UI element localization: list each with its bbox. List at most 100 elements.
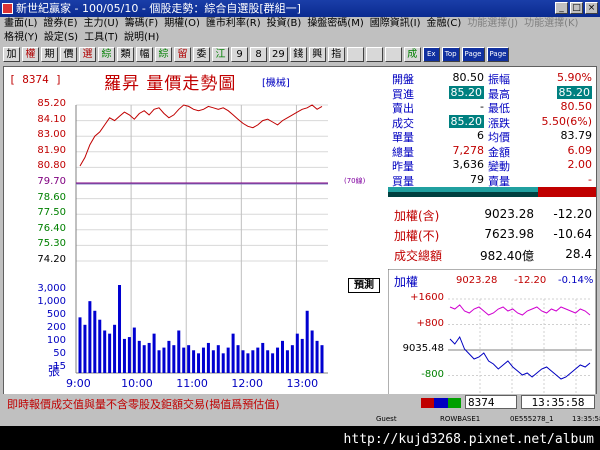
toolbar-button-8[interactable]: 綜 <box>155 46 172 62</box>
toolbar-button-12[interactable]: 9 <box>231 46 248 62</box>
bid-ask-bar <box>388 187 596 197</box>
quote-value: 85.20 <box>448 85 484 99</box>
maximize-button[interactable]: □ <box>570 2 583 14</box>
volume-bar <box>211 350 215 373</box>
volume-bar <box>167 340 171 373</box>
toolbar-button-17[interactable]: 指 <box>327 46 345 62</box>
menu2-item-1[interactable]: 設定(S) <box>44 31 78 45</box>
volume-bar <box>216 345 220 373</box>
mini-tick: +800 <box>416 317 444 329</box>
taiex-mini-chart[interactable]: 加權 9023.28 -12.20 -0.14% +1600 +800 9035.4… <box>388 269 596 409</box>
quote-row: 單量 6 均價 83.79 <box>388 129 596 144</box>
toolbar-button-2[interactable]: 期 <box>41 46 58 62</box>
volume-bar <box>152 333 156 373</box>
price-tick: 81.90 <box>37 144 66 156</box>
menu-item-0[interactable]: 畫面(L) <box>4 17 37 31</box>
main-panel: [ 8374 ] 羅昇 量價走勢圖 [機械] 85.20 84.10 83.00 81… <box>3 66 597 411</box>
toolbar-button-21[interactable]: 成 <box>403 46 421 62</box>
toolbar-button-1[interactable]: 權 <box>22 46 39 62</box>
toolbar-button-20[interactable] <box>384 46 402 62</box>
toolbar-button-13[interactable]: 8 <box>250 46 267 62</box>
status-message: 即時報價成交值與量不含零股及鉅額交易(揭值爲預估值) <box>7 398 280 411</box>
volume-bar <box>118 285 122 373</box>
mini-tick: 9035.48 <box>402 343 444 354</box>
estimate-button[interactable]: 預測 <box>348 278 380 293</box>
toolbar-button-10[interactable]: 委 <box>193 46 210 62</box>
menu-item-6[interactable]: 投資(B) <box>267 17 302 31</box>
price-tick: 83.00 <box>37 129 66 141</box>
menu2-item-2[interactable]: 工具(T) <box>84 31 118 45</box>
menu-item-11[interactable]: 功能選擇(K) <box>524 17 578 31</box>
menu-item-10[interactable]: 功能選擇(J) <box>467 17 518 31</box>
index-label: 成交總額 <box>394 249 443 263</box>
quote-row: 賣出 - 最低 80.50 <box>388 100 596 115</box>
volume-bar <box>147 342 151 373</box>
volume-tick: 100 <box>46 335 66 346</box>
volume-bar <box>300 338 304 373</box>
minimize-button[interactable]: _ <box>555 2 568 14</box>
menu2-item-0[interactable]: 格視(Y) <box>4 31 38 45</box>
chart-title: 羅昇 量價走勢圖 <box>104 74 237 94</box>
toolbar-button-6[interactable]: 類 <box>117 46 134 62</box>
toolbar-button-16[interactable]: 興 <box>308 46 326 62</box>
stock-category[interactable]: [機械] <box>262 74 290 89</box>
menu2-item-3[interactable]: 說明(H) <box>124 31 159 45</box>
volume-bar <box>221 353 225 373</box>
quote-value: 2.00 <box>567 158 593 171</box>
volume-bar <box>187 345 191 373</box>
toolbar-button-3[interactable]: 價 <box>60 46 77 62</box>
toolbar: 加權期價選綜類幅綜留委江 9 8 29 錢興指成 Ex Top Page Page <box>0 45 600 63</box>
volume-bar <box>251 350 255 373</box>
stock-code: [ 8374 ] <box>9 73 62 86</box>
toolbar-button-7[interactable]: 幅 <box>136 46 153 62</box>
quote-value: 6.09 <box>567 143 593 157</box>
toolbar-button-24[interactable]: Page <box>461 46 485 62</box>
quote-row: 成交 85.20 漲跌 5.50(6%) <box>388 114 596 130</box>
toolbar-button-19[interactable] <box>365 46 383 62</box>
menu-item-3[interactable]: 籌碼(F) <box>125 17 159 31</box>
toolbar-button-14[interactable]: 29 <box>269 46 288 62</box>
index-row: 成交總額 982.40億 28.4 <box>388 247 596 267</box>
mini-chart-change: -12.20 <box>514 275 547 286</box>
watermark-url: http://kujd3268.pixnet.net/album <box>270 429 600 450</box>
toolbar-button-15[interactable]: 錢 <box>289 46 307 62</box>
menu-item-9[interactable]: 金融(C) <box>427 17 462 31</box>
toolbar-button-22[interactable]: Ex <box>422 46 440 62</box>
toolbar-button-9[interactable]: 留 <box>174 46 191 62</box>
toolbar-button-23[interactable]: Top <box>441 46 460 62</box>
volume-bar <box>256 347 260 373</box>
volume-bar <box>192 350 196 373</box>
toolbar-button-18[interactable] <box>346 46 364 62</box>
quote-value: 7,278 <box>452 143 485 157</box>
toolbar-button-4[interactable]: 選 <box>79 46 96 62</box>
info-bar-item: 0E555278_1 <box>510 415 554 423</box>
close-button[interactable]: × <box>585 2 598 14</box>
toolbar-button-25[interactable]: Page <box>486 46 510 62</box>
menu-row-secondary: 格視(Y) 設定(S) 工具(T) 說明(H) <box>0 31 600 45</box>
index-value: 7623.98 <box>484 227 534 241</box>
toolbar-button-0[interactable]: 加 <box>3 46 20 62</box>
volume-bar <box>241 350 245 373</box>
volume-tick: 3,000 <box>37 283 66 294</box>
mini-chart-title: 加權 <box>394 275 419 289</box>
volume-bar <box>137 340 141 373</box>
volume-bar <box>231 333 235 373</box>
volume-tick: 50 <box>53 348 66 359</box>
menu-item-7[interactable]: 操盤密碼(M) <box>307 17 363 31</box>
volume-bar <box>271 353 275 373</box>
menu-item-8[interactable]: 國際資訊(I) <box>370 17 421 31</box>
volume-bar <box>201 347 205 373</box>
volume-bar <box>162 347 166 373</box>
toolbar-button-11[interactable]: 江 <box>212 46 229 62</box>
price-tick: 79.70 <box>37 176 66 187</box>
time-tick: 10:00 <box>121 377 153 390</box>
status-stock-code[interactable]: 8374 <box>465 395 517 409</box>
mini-tick: +1600 <box>410 292 444 303</box>
volume-bar <box>280 340 284 373</box>
menu-item-5[interactable]: 匯市利率(R) <box>206 17 261 31</box>
menu-item-2[interactable]: 主力(U) <box>84 17 119 31</box>
toolbar-button-5[interactable]: 綜 <box>98 46 115 62</box>
menu-item-1[interactable]: 證券(E) <box>43 17 77 31</box>
quote-value: 3,636 <box>452 158 485 171</box>
menu-item-4[interactable]: 期權(O) <box>164 17 200 31</box>
